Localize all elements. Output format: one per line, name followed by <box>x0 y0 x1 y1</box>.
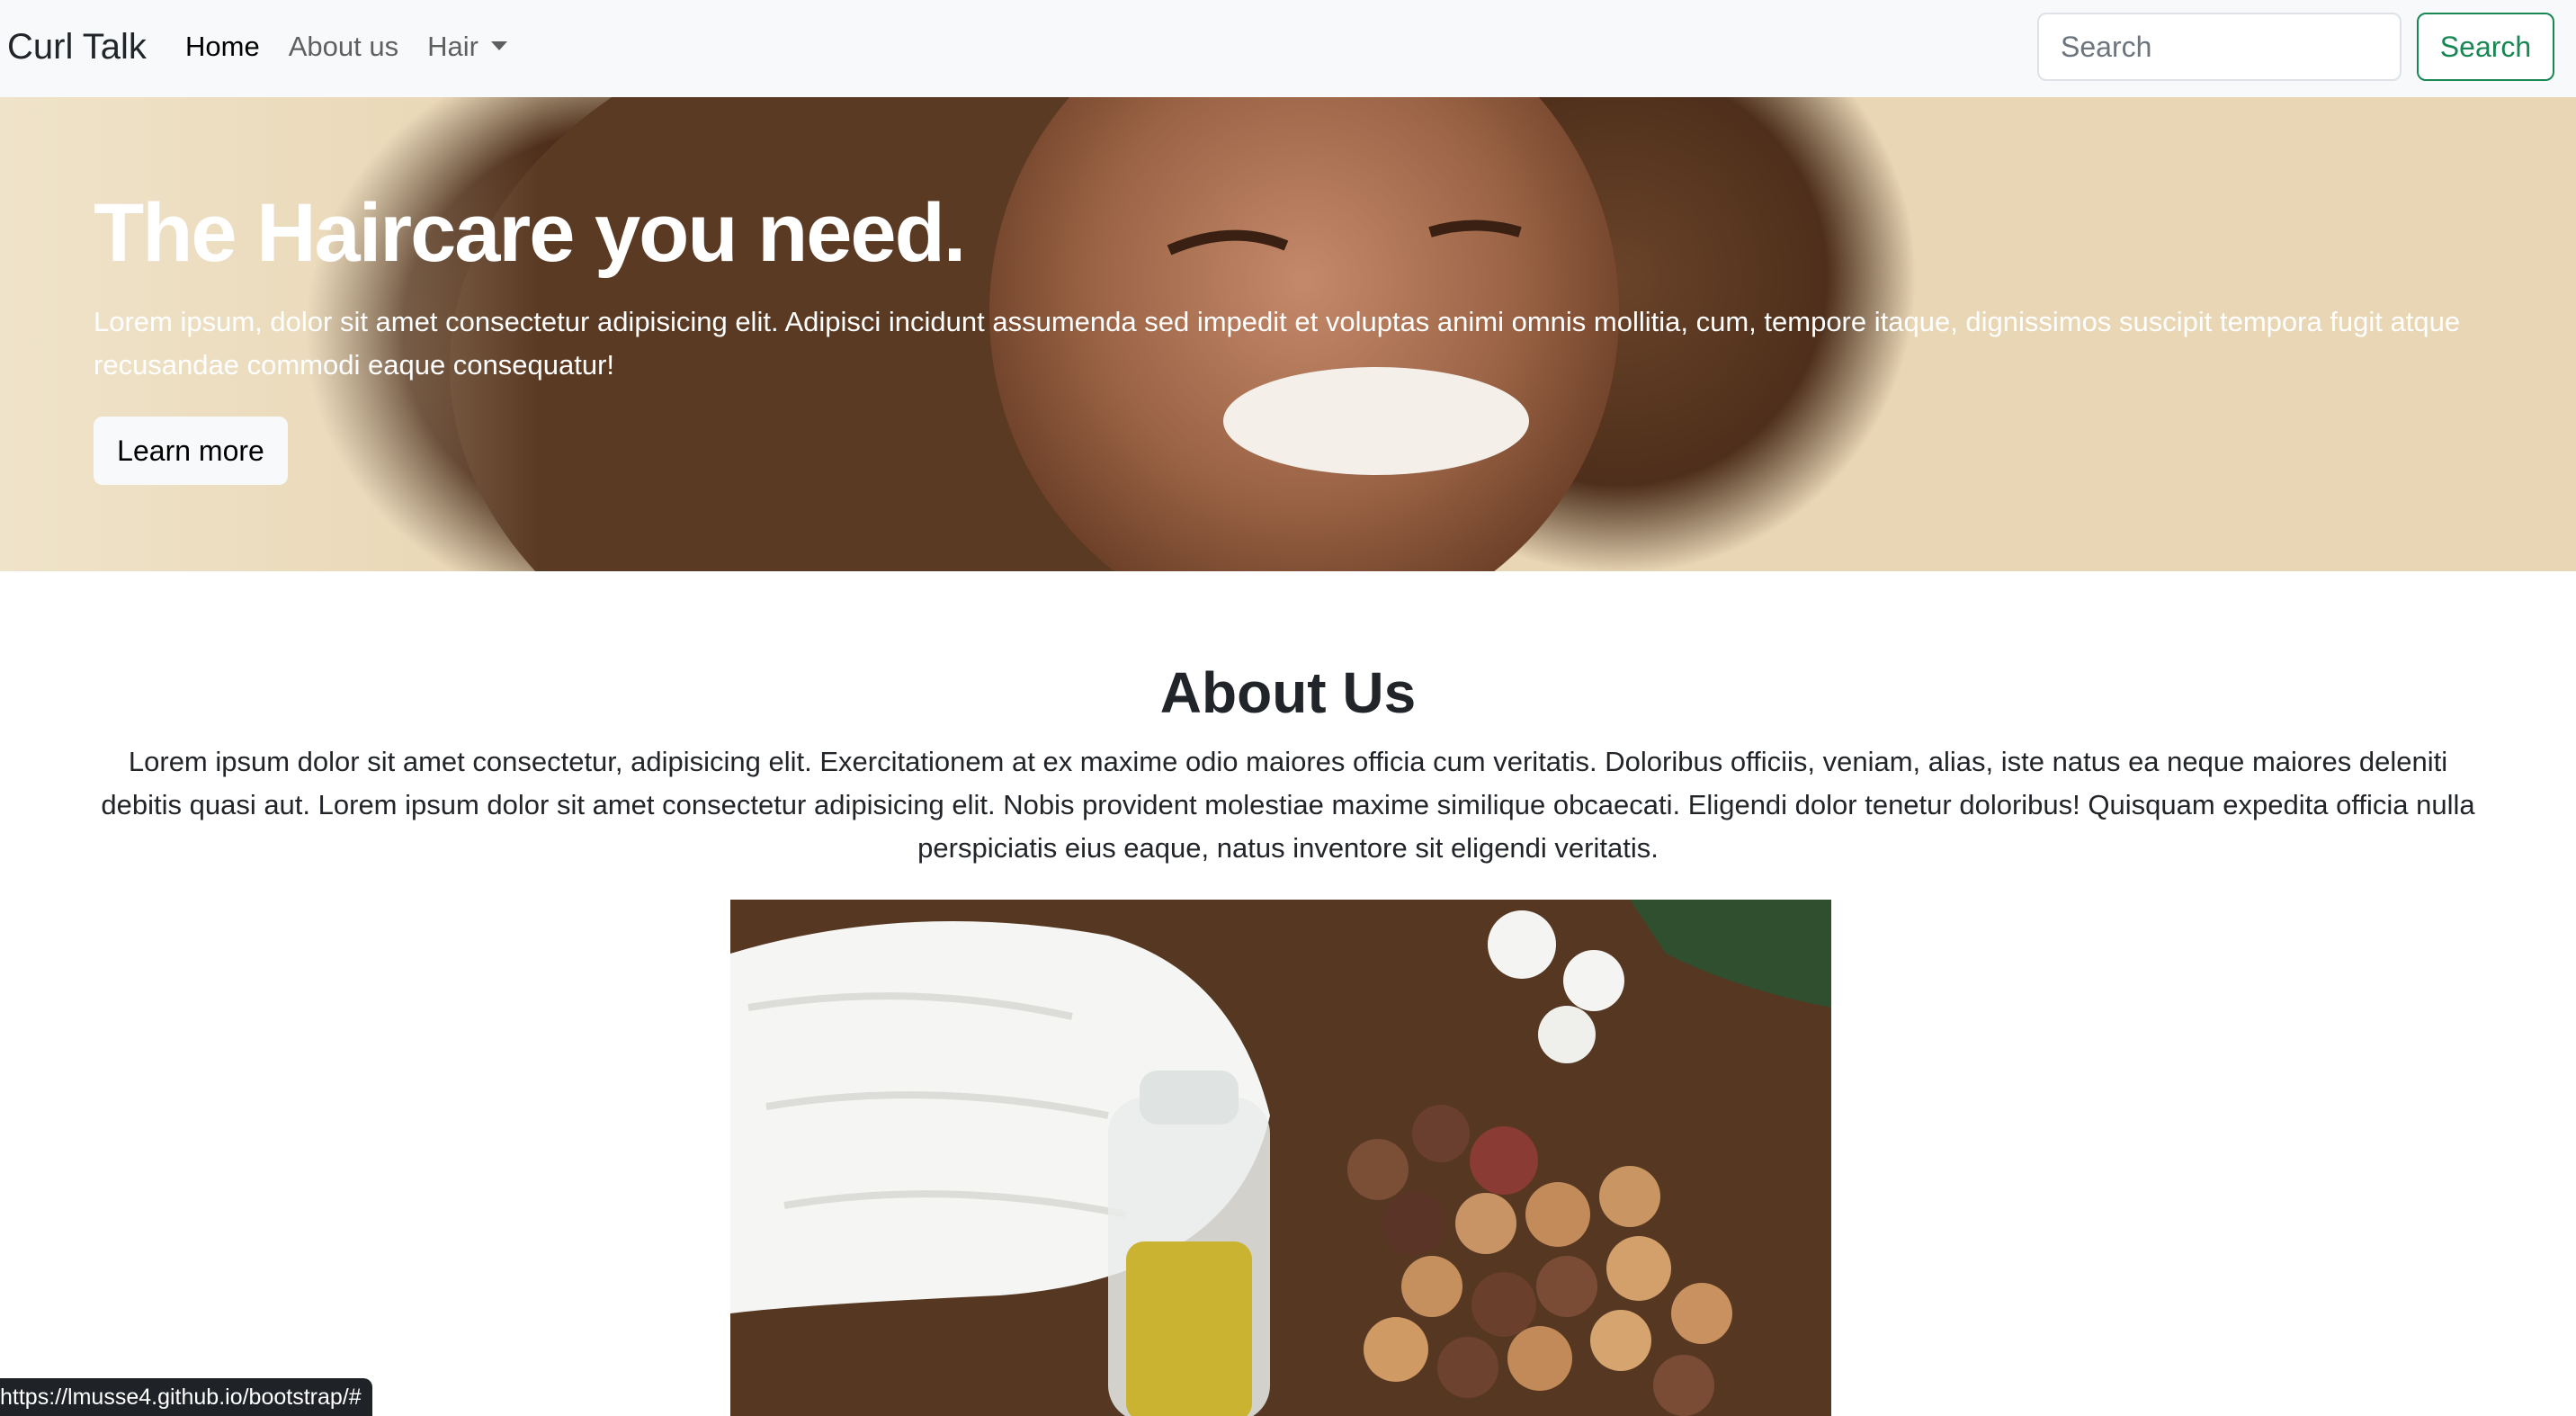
status-bar-url: https://lmusse4.github.io/bootstrap/# <box>0 1378 372 1416</box>
spa-oil-image <box>730 900 1831 1416</box>
search-button[interactable]: Search <box>2417 13 2554 81</box>
hero-banner: The Haircare you need. Lorem ipsum, dolo… <box>0 97 2576 571</box>
hero-description: Lorem ipsum, dolor sit amet consectetur … <box>94 306 2461 381</box>
nav-link-home[interactable]: Home <box>185 27 260 67</box>
about-description: Lorem ipsum dolor sit amet consectetur, … <box>101 746 2475 864</box>
nav-link-about-us[interactable]: About us <box>289 27 398 67</box>
search-input[interactable] <box>2037 13 2402 81</box>
nav-links: Home About us Hair <box>185 27 536 67</box>
nav-dropdown-hair[interactable]: Hair <box>427 27 507 67</box>
learn-more-button[interactable]: Learn more <box>94 417 288 485</box>
caret-down-icon <box>490 41 507 50</box>
about-image <box>730 900 1831 1416</box>
about-title: About Us <box>1159 660 1417 725</box>
brand-logo[interactable]: Curl Talk <box>7 23 147 70</box>
nav-dropdown-hair-label: Hair <box>427 31 479 62</box>
navbar: Curl Talk Home About us Hair Search <box>0 0 2576 97</box>
hero-title: The Haircare you need. <box>94 187 966 279</box>
